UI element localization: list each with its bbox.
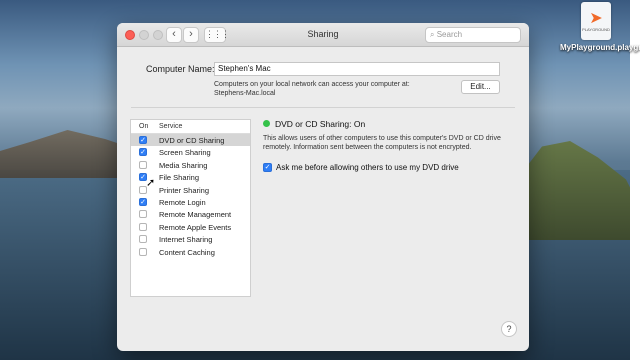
service-row[interactable]: Content Caching [131, 246, 250, 258]
service-name: Content Caching [159, 247, 215, 257]
titlebar: ‹ › ⋮⋮⋮ Sharing ⌕ Search [117, 23, 529, 47]
sharing-window: ‹ › ⋮⋮⋮ Sharing ⌕ Search Computer Name: … [117, 23, 529, 351]
service-description: This allows users of other computers to … [263, 135, 501, 151]
ask-before-sharing-checkbox[interactable]: ✓ [263, 163, 272, 172]
service-checkbox[interactable]: ✓ [139, 148, 147, 157]
computer-name-info-line2: Stephens-Mac.local [214, 90, 276, 97]
service-checkbox[interactable] [139, 247, 147, 256]
service-checkbox[interactable]: ✓ [139, 197, 147, 206]
service-checkbox[interactable] [139, 160, 147, 169]
service-status: DVD or CD Sharing: On [275, 119, 366, 129]
computer-name-field[interactable]: Stephen's Mac [214, 62, 500, 76]
column-header-service[interactable]: Service [159, 123, 182, 130]
service-checkbox[interactable] [139, 222, 147, 231]
desktop-file-label: MyPlayground.playground [560, 43, 640, 52]
service-checkbox[interactable]: ✓ [139, 136, 147, 144]
service-row[interactable]: Media Sharing [131, 159, 250, 171]
service-list-header: On Service [131, 120, 250, 134]
service-row[interactable]: Internet Sharing [131, 233, 250, 245]
background-window-edge [630, 0, 640, 360]
computer-name-info-line1: Computers on your local network can acce… [214, 81, 410, 88]
service-row[interactable]: ✓ Screen Sharing [131, 146, 250, 158]
status-indicator [263, 120, 270, 127]
service-checkbox[interactable] [139, 210, 147, 219]
service-row[interactable]: Remote Apple Events [131, 221, 250, 233]
service-checkbox[interactable] [139, 235, 147, 244]
search-input[interactable]: ⌕ Search [425, 27, 521, 43]
service-row[interactable]: ✓ Remote Login [131, 196, 250, 208]
service-list: On Service ✓ DVD or CD Sharing ✓ Screen Sha… [130, 119, 251, 297]
service-name: Printer Sharing [159, 185, 210, 195]
service-name: DVD or CD Sharing [159, 136, 225, 145]
computer-name-label: Computer Name: [146, 64, 215, 74]
column-header-on[interactable]: On [139, 123, 148, 130]
service-row[interactable]: ✓ DVD or CD Sharing [131, 134, 250, 147]
mouse-pointer-icon: ➚ [146, 177, 156, 189]
search-placeholder: Search [436, 30, 463, 39]
service-name: Remote Apple Events [159, 222, 232, 232]
search-icon: ⌕ [430, 30, 437, 39]
desktop-file-playground[interactable]: ➤ PLAYGROUND MyPlayground.playground [560, 2, 640, 53]
service-name: File Sharing [159, 173, 200, 183]
service-name: Screen Sharing [159, 148, 211, 158]
service-row[interactable]: Remote Management [131, 208, 250, 220]
service-name: Internet Sharing [159, 235, 213, 245]
service-rows: ✓ DVD or CD Sharing ✓ Screen Sharing Media S… [131, 134, 250, 258]
service-name: Remote Management [159, 210, 232, 220]
service-name: Media Sharing [159, 160, 208, 170]
edit-button[interactable]: Edit... [461, 80, 500, 94]
service-name: Remote Login [159, 197, 206, 207]
swift-playground-icon: ➤ PLAYGROUND [581, 2, 611, 40]
ask-before-sharing-label[interactable]: Ask me before allowing others to use my … [276, 163, 459, 172]
computer-name-info: Computers on your local network can acce… [214, 80, 410, 98]
help-button[interactable]: ? [501, 321, 517, 337]
divider [131, 107, 515, 108]
